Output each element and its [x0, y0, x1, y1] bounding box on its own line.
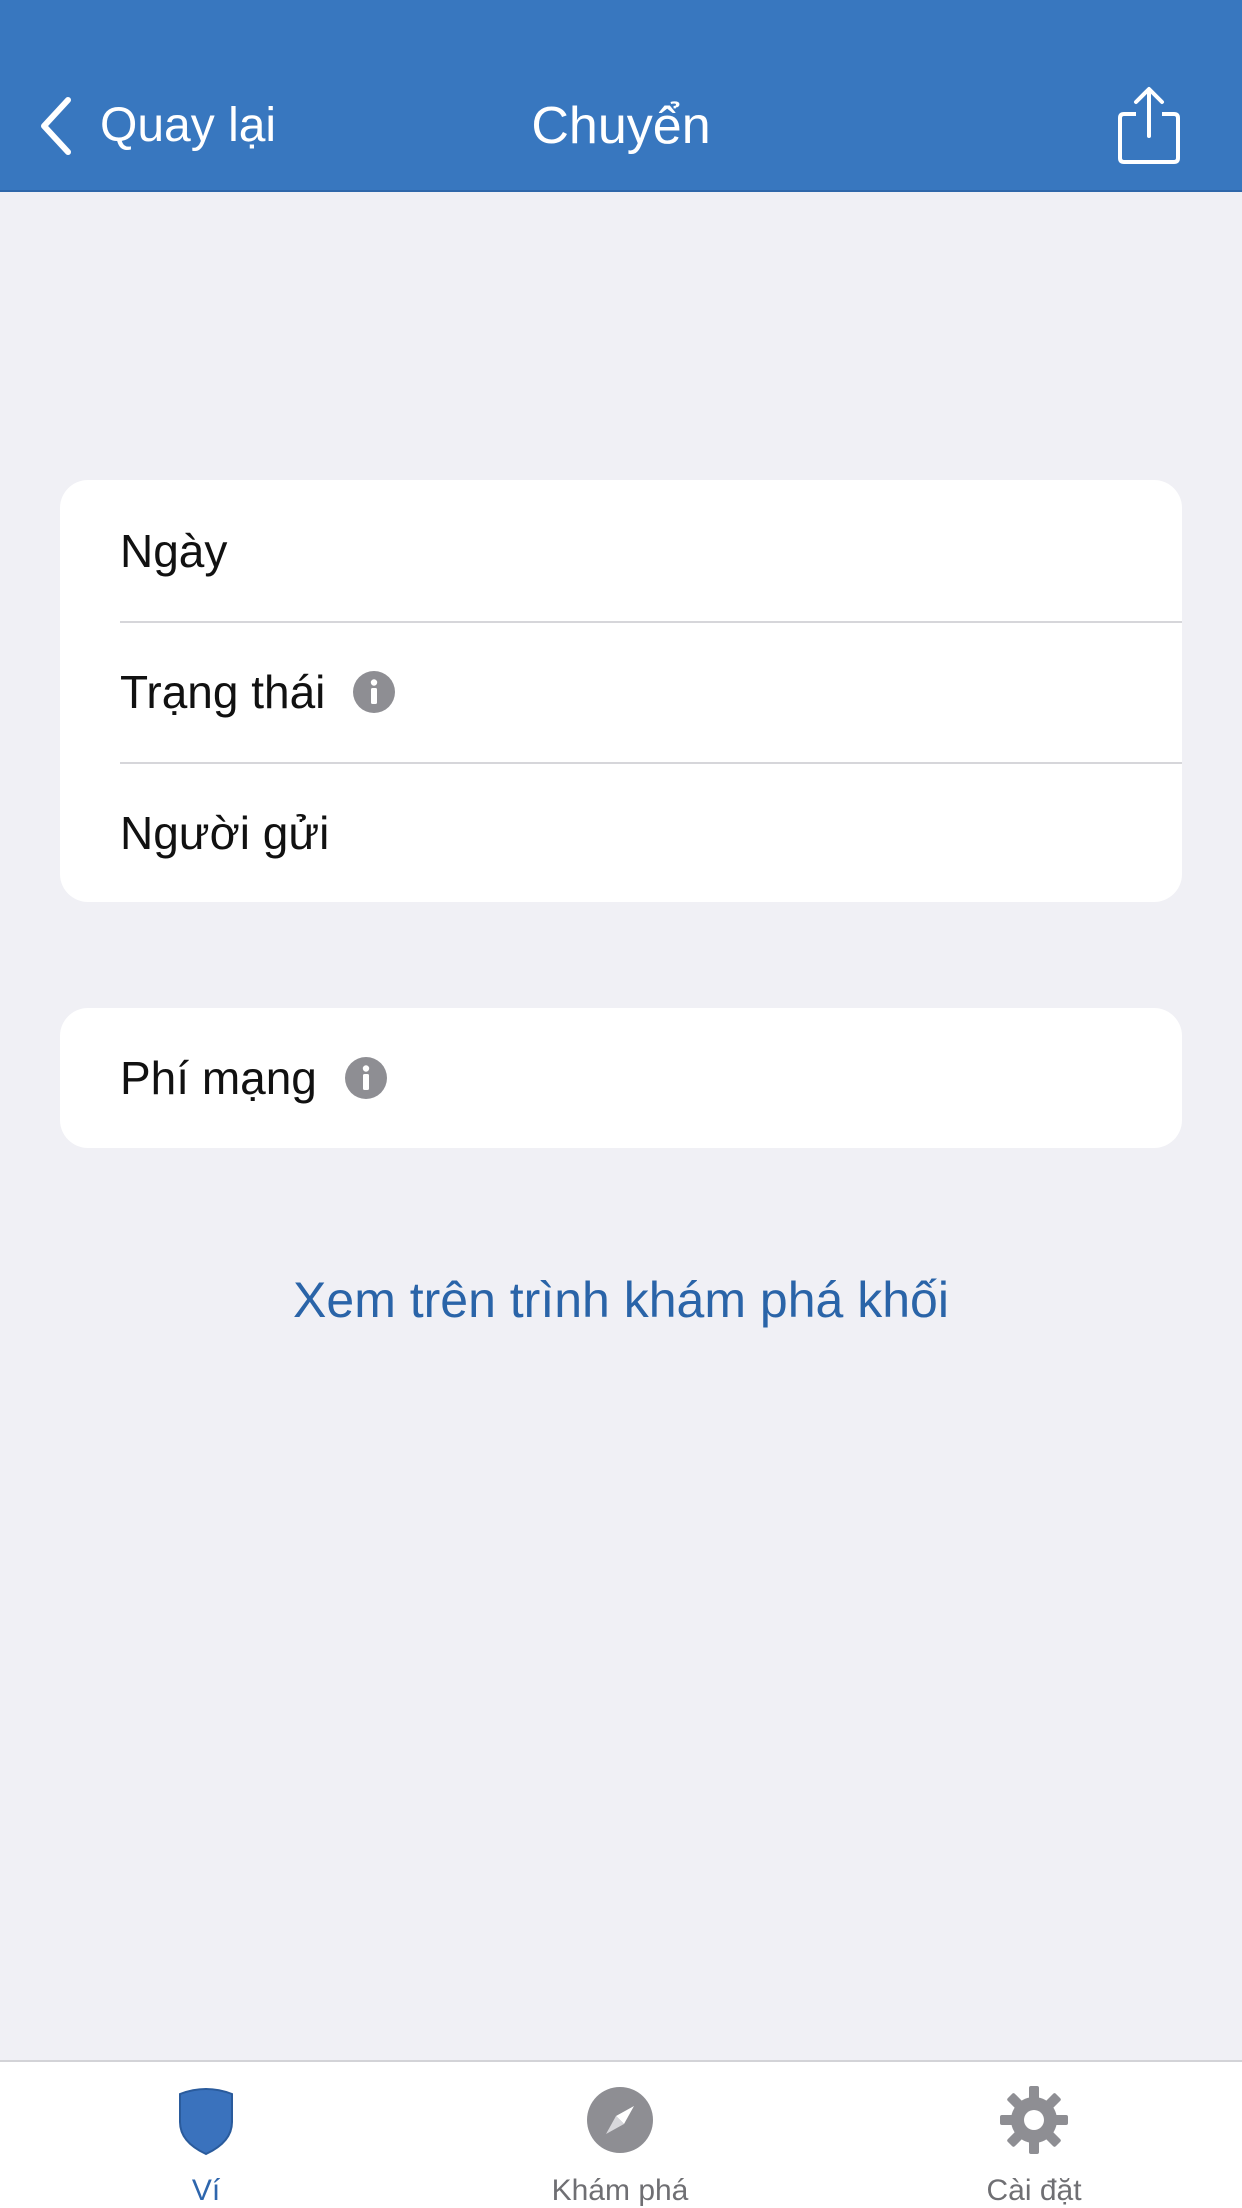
network-fee-row: Phí mạng: [60, 1008, 1182, 1148]
shield-icon: [179, 2088, 233, 2156]
status-info-icon[interactable]: [353, 670, 396, 713]
gear-icon: [1000, 2086, 1068, 2154]
tab-explore-label: Khám phá: [551, 2174, 689, 2207]
date-label: Ngày: [120, 524, 228, 577]
tab-settings[interactable]: Cài đặt: [884, 2062, 1184, 2208]
compass-icon: [587, 2087, 653, 2153]
share-icon: [1118, 87, 1180, 164]
view-on-block-explorer-link[interactable]: Xem trên trình khám phá khối: [0, 1268, 1242, 1332]
transfer-details-group: Ngày Trạng thái Người gửi: [60, 480, 1182, 902]
sender-row: Người gửi: [60, 762, 1182, 902]
page-title: Chuyển: [531, 97, 711, 155]
tab-wallet[interactable]: Ví: [56, 2062, 356, 2208]
tab-settings-label: Cài đặt: [986, 2174, 1082, 2207]
tab-bar: Ví Khám phá Cài đặt: [0, 2060, 1242, 2208]
network-fee-info-icon[interactable]: [344, 1057, 387, 1099]
status-row: Trạng thái: [60, 621, 1182, 762]
transfer-screen: Quay lại Chuyển Ngày Trạng thái Người gử…: [0, 0, 1242, 2208]
network-fee-group: Phí mạng: [60, 1008, 1182, 1148]
network-fee-label: Phí mạng: [120, 1052, 317, 1104]
sender-label: Người gửi: [120, 806, 330, 859]
status-label: Trạng thái: [120, 665, 326, 718]
date-row: Ngày: [60, 480, 1182, 621]
tab-explore[interactable]: Khám phá: [470, 2062, 770, 2208]
share-button[interactable]: [1114, 84, 1184, 166]
tab-wallet-label: Ví: [191, 2174, 221, 2207]
navigation-bar: Quay lại Chuyển: [0, 0, 1242, 192]
